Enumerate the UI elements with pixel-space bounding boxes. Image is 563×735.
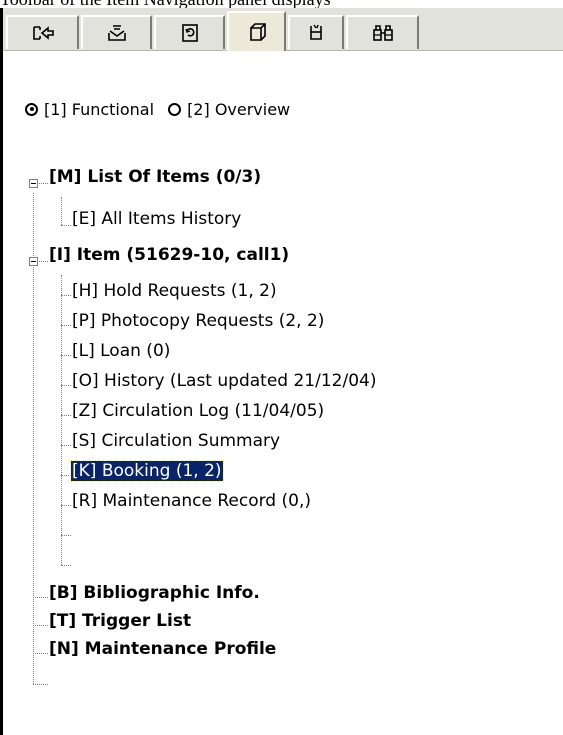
tree-connector — [39, 183, 48, 184]
tree-node-all-items-history[interactable]: [E] All Items History — [71, 206, 242, 232]
tab-copy[interactable] — [227, 11, 286, 51]
tree-connector — [33, 597, 48, 598]
tab-refresh[interactable] — [154, 15, 225, 49]
tree-connector — [61, 505, 71, 506]
tree-connector — [33, 684, 48, 685]
collapse-toggle-icon[interactable] — [29, 179, 38, 188]
tree-connector — [61, 355, 71, 356]
tree-connector — [61, 385, 71, 386]
tree-node-item[interactable]: [I] Item (51629-10, call1) — [48, 242, 290, 268]
tab-trigger[interactable] — [288, 15, 344, 49]
refresh-document-icon — [179, 23, 201, 43]
tree-connector — [33, 625, 48, 626]
tree-node-hold-requests[interactable]: [H] Hold Requests (1, 2) — [71, 278, 278, 304]
radio-checked-icon — [25, 102, 38, 116]
tree-node-bibliographic-info[interactable]: [B] Bibliographic Info. — [48, 580, 261, 606]
tree-connector — [61, 197, 62, 225]
broken-cup-icon — [305, 23, 327, 43]
tree-node-booking[interactable]: [K] Booking (1, 2) — [70, 458, 224, 484]
tree-connector — [61, 275, 62, 565]
tree-node-circulation-log[interactable]: [Z] Circulation Log (11/04/05) — [71, 398, 325, 424]
radio-functional[interactable]: [1] Functional — [25, 100, 154, 119]
caption-text: Toolbar of the Item Navigation panel dis… — [0, 0, 563, 8]
tree-node-trigger-list[interactable]: [T] Trigger List — [48, 608, 192, 634]
tree-node-list-of-items[interactable]: [M] List Of Items (0/3) — [48, 164, 262, 190]
tree-connector — [61, 565, 71, 566]
tree-node-history[interactable]: [O] History (Last updated 21/12/04) — [71, 368, 377, 394]
tree-connector — [61, 445, 71, 446]
tree-node-maintenance-profile[interactable]: [N] Maintenance Profile — [48, 636, 277, 662]
radio-unchecked-icon — [168, 102, 182, 116]
collapse-toggle-icon[interactable] — [29, 257, 38, 266]
tree-connector — [33, 193, 34, 684]
inbox-tray-icon — [106, 23, 128, 43]
tree-node-maintenance-record[interactable]: [R] Maintenance Record (0,) — [71, 488, 312, 514]
copy-window-icon — [246, 21, 268, 43]
view-mode-radios: [1] Functional [2] Overview — [25, 96, 304, 122]
tab-pointer[interactable] — [6, 15, 79, 49]
tree-connector — [61, 295, 71, 296]
tree-connector — [61, 415, 71, 416]
tab-inbox[interactable] — [81, 15, 152, 49]
tree-connector — [61, 535, 71, 536]
pointer-arrow-icon — [31, 24, 55, 42]
tree-connector — [61, 325, 71, 326]
radio-overview[interactable]: [2] Overview — [168, 100, 290, 119]
tree-connector — [39, 261, 48, 262]
tree-node-circulation-summary[interactable]: [S] Circulation Summary — [71, 428, 281, 454]
tree-node-photocopy-requests[interactable]: [P] Photocopy Requests (2, 2) — [71, 308, 325, 334]
item-navigation-panel: [1] Functional [2] Overview [M] List Of … — [3, 8, 563, 735]
tree-connector — [61, 225, 71, 226]
radio-overview-label: [2] Overview — [187, 99, 291, 119]
tab-search[interactable] — [346, 15, 419, 49]
toolbar — [3, 8, 563, 51]
tree-connector — [33, 653, 48, 654]
binoculars-icon — [371, 23, 395, 43]
radio-functional-label: [1] Functional — [44, 99, 155, 119]
tree-node-loan[interactable]: [L] Loan (0) — [71, 338, 171, 364]
tree-connector — [61, 475, 71, 476]
